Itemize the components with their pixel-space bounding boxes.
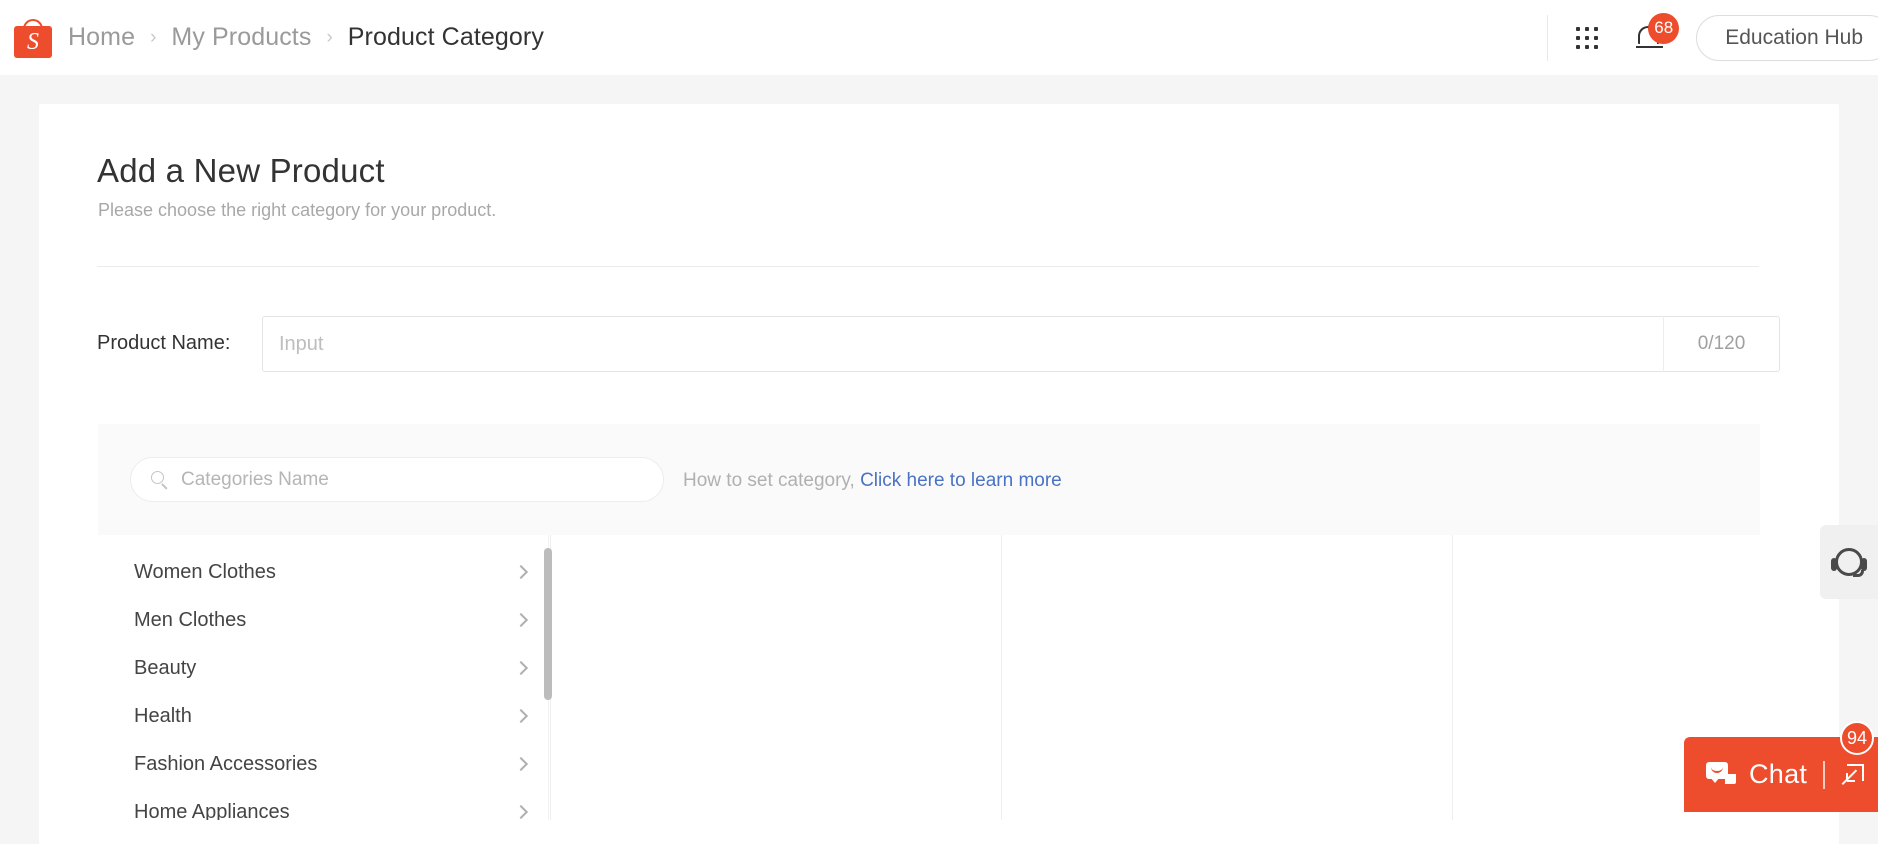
product-name-label: Product Name: — [97, 332, 231, 354]
category-item-label: Beauty — [134, 656, 197, 679]
chevron-right-icon — [513, 660, 529, 676]
category-item-label: Home Appliances — [134, 800, 290, 821]
category-column-3 — [1002, 535, 1452, 820]
category-item-label: Women Clothes — [134, 560, 276, 583]
notification-bell-button[interactable]: 68 — [1636, 12, 1680, 54]
breadcrumb-item-home[interactable]: Home — [68, 23, 135, 52]
page-title: Add a New Product — [97, 152, 385, 189]
category-item-home-appliances[interactable]: Home Appliances — [98, 788, 550, 820]
support-floating-button[interactable] — [1820, 525, 1878, 599]
shopee-logo[interactable]: S — [14, 18, 52, 58]
category-item-women-clothes[interactable]: Women Clothes — [98, 548, 550, 596]
category-item-men-clothes[interactable]: Men Clothes — [98, 596, 550, 644]
chevron-right-icon — [513, 612, 529, 628]
chat-widget[interactable]: Chat 94 — [1684, 721, 1878, 812]
product-name-field[interactable]: 0/120 — [262, 316, 1780, 372]
category-item-label: Men Clothes — [134, 608, 247, 631]
top-navigation-bar: S Home › My Products › Product Category … — [0, 0, 1878, 75]
category-item-beauty[interactable]: Beauty — [98, 644, 550, 692]
expand-arrow-icon[interactable] — [1841, 763, 1864, 786]
category-search-box[interactable] — [130, 457, 664, 502]
chevron-right-icon — [513, 756, 529, 772]
category-column-1: Women Clothes Men Clothes Beauty Health … — [98, 535, 552, 820]
search-icon — [151, 470, 169, 489]
category-item-fashion-accessories[interactable]: Fashion Accessories — [98, 740, 550, 788]
category-hint-text: How to set category, — [683, 470, 861, 491]
category-hint: How to set category, Click here to learn… — [683, 470, 1062, 492]
learn-more-link[interactable]: Click here to learn more — [860, 470, 1062, 491]
breadcrumb-item-product-category: Product Category — [347, 23, 544, 51]
chat-bubble-icon — [1706, 761, 1736, 788]
page-subtitle: Please choose the right category for you… — [98, 200, 497, 220]
category-column-2 — [551, 535, 1001, 820]
topbar-divider — [1547, 14, 1549, 61]
chevron-right-icon — [513, 708, 529, 724]
headset-support-icon — [1831, 544, 1867, 580]
category-item-label: Health — [134, 704, 192, 727]
chevron-right-icon — [513, 564, 529, 580]
chat-divider — [1823, 760, 1825, 789]
category-item-label: Fashion Accessories — [134, 752, 318, 775]
product-name-input[interactable] — [263, 317, 1663, 371]
education-hub-button[interactable]: Education Hub — [1696, 14, 1878, 61]
product-name-char-counter: 0/120 — [1697, 333, 1746, 354]
chevron-right-icon — [513, 804, 529, 820]
breadcrumb: Home › My Products › Product Category — [68, 0, 544, 75]
notification-count-badge: 68 — [1648, 12, 1680, 44]
breadcrumb-separator: › — [150, 26, 157, 48]
apps-grid-icon[interactable] — [1576, 26, 1599, 49]
category-list: Women Clothes Men Clothes Beauty Health … — [98, 535, 550, 820]
logo-letter: S — [27, 28, 39, 55]
chat-label: Chat — [1749, 759, 1808, 789]
section-divider — [97, 266, 1759, 267]
category-search-input[interactable] — [181, 468, 663, 491]
chat-unread-badge: 94 — [1839, 721, 1874, 755]
breadcrumb-item-my-products[interactable]: My Products — [171, 23, 311, 52]
breadcrumb-separator: › — [326, 26, 333, 48]
category-columns: Women Clothes Men Clothes Beauty Health … — [98, 535, 1760, 820]
category-item-health[interactable]: Health — [98, 692, 550, 740]
topbar-actions: 68 Education Hub — [1547, 0, 1878, 75]
